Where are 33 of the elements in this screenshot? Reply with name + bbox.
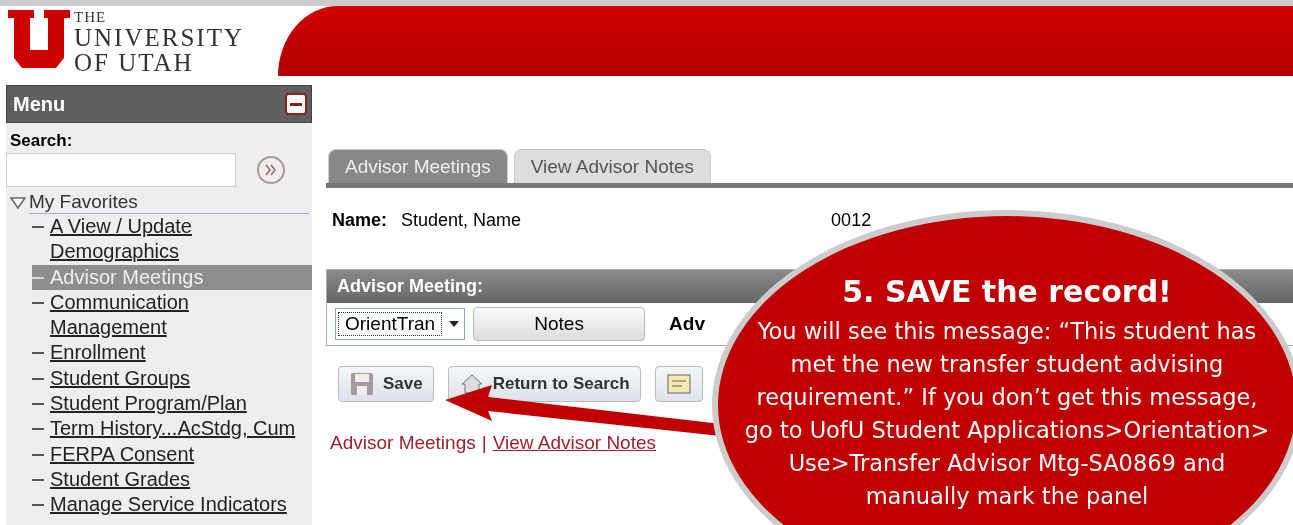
- logo-text: THE: [74, 10, 108, 25]
- notify-button[interactable]: [654, 366, 703, 402]
- menu-item[interactable]: Manage Service Indicators: [32, 492, 312, 518]
- link-separator: |: [481, 432, 487, 454]
- student-id: 0012: [831, 210, 872, 231]
- callout-text: You will see this message: “This student has met the new transfer student advising requirement.” If you don’t get this message, go to UofU Student Applications>Orientation> Use>Transfer Advisor Mtg-SA0869 and manually mark the panel: [744, 317, 1270, 511]
- menu-item[interactable]: FERPA Consent: [32, 441, 312, 467]
- logo-text: OF UTAH: [74, 50, 195, 75]
- search-field[interactable]: [6, 153, 236, 187]
- go-icon[interactable]: [256, 155, 286, 185]
- menu-title: Menu: [13, 92, 66, 116]
- favorites-folder[interactable]: My Favorites: [29, 191, 309, 214]
- menu-item[interactable]: Term History...AcStdg, Cum: [32, 416, 312, 442]
- collapse-triangle-icon[interactable]: [10, 196, 26, 209]
- menu-item[interactable]: Enrollment: [32, 340, 312, 366]
- return-button[interactable]: Return to Search: [447, 366, 641, 402]
- notes-button[interactable]: Notes: [473, 307, 646, 341]
- meeting-type-dropdown[interactable]: OrientTran: [335, 308, 466, 340]
- menu-item[interactable]: Student Program/Plan: [32, 391, 312, 417]
- menu-item[interactable]: Communication Management: [32, 289, 312, 341]
- student-name: Student, Name: [401, 210, 522, 231]
- field-label: Adv: [669, 313, 705, 335]
- save-button[interactable]: Save: [338, 366, 434, 402]
- collapse-icon[interactable]: [285, 93, 307, 115]
- search-label: Search:: [9, 130, 74, 152]
- menu-item[interactable]: Student Grades: [32, 466, 312, 493]
- menu-item[interactable]: Student Groups: [32, 365, 312, 392]
- page-link[interactable]: View Advisor Notes: [492, 432, 656, 454]
- note-icon: [665, 371, 692, 397]
- name-label: Name:: [332, 210, 388, 231]
- tab[interactable]: View Advisor Notes: [513, 149, 712, 183]
- menu-item[interactable]: A View / Update Demographics: [32, 214, 312, 265]
- logo-text: UNIVERSITY: [74, 25, 244, 50]
